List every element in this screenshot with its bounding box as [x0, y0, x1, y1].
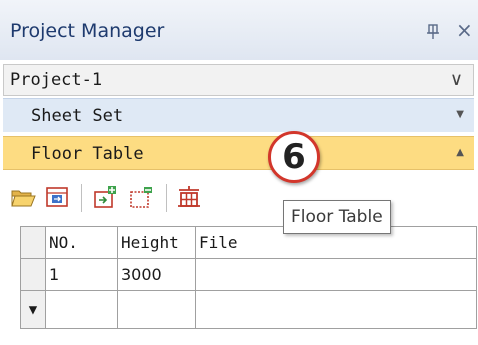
project-manager-panel: Project Manager × Project-1 ∨ Sheet Set …	[0, 0, 478, 345]
toolbar-separator	[166, 184, 167, 212]
floor-table-icon[interactable]	[176, 184, 202, 210]
new-row-cell[interactable]	[195, 290, 477, 329]
category-floor-table[interactable]: Floor Table ▲	[3, 136, 474, 170]
cell-height[interactable]: 3000	[117, 258, 196, 291]
column-header-height[interactable]: Height	[117, 226, 196, 259]
toolbar	[0, 174, 478, 224]
new-row-marker-icon[interactable]: ▼	[20, 290, 46, 329]
column-header-no[interactable]: NO.	[45, 226, 118, 259]
row-header-corner	[20, 226, 46, 259]
table-header-row: NO. Height File	[20, 226, 477, 259]
triangle-up-icon: ▲	[456, 147, 464, 158]
title-bar: Project Manager ×	[0, 0, 478, 60]
pin-icon[interactable]	[426, 24, 440, 40]
cell-file[interactable]	[195, 258, 477, 291]
chevron-down-icon: ∨	[449, 69, 463, 90]
add-row-icon[interactable]	[92, 184, 118, 210]
delete-row-icon[interactable]	[128, 184, 154, 210]
new-row: ▼	[20, 290, 477, 329]
project-dropdown[interactable]: Project-1 ∨	[3, 64, 474, 96]
table-row: 1 3000	[20, 258, 477, 291]
toolbar-separator	[81, 184, 82, 212]
floor-table-grid: NO. Height File 1 3000 ▼	[20, 226, 477, 329]
triangle-down-icon: ▼	[456, 109, 464, 120]
project-dropdown-value: Project-1	[10, 70, 103, 90]
category-label: Sheet Set	[31, 106, 124, 126]
step-number-badge: 6	[268, 131, 320, 183]
row-header[interactable]	[20, 258, 46, 291]
category-label: Floor Table	[31, 144, 144, 164]
close-icon[interactable]: ×	[456, 18, 473, 42]
open-folder-icon[interactable]	[10, 184, 36, 210]
floor-table-tooltip: Floor Table	[283, 200, 391, 234]
category-sheet-set[interactable]: Sheet Set ▼	[3, 98, 474, 132]
new-row-cell[interactable]	[45, 290, 118, 329]
import-table-icon[interactable]	[44, 184, 70, 210]
cell-no[interactable]: 1	[45, 258, 118, 291]
panel-title: Project Manager	[10, 20, 165, 42]
new-row-cell[interactable]	[117, 290, 196, 329]
